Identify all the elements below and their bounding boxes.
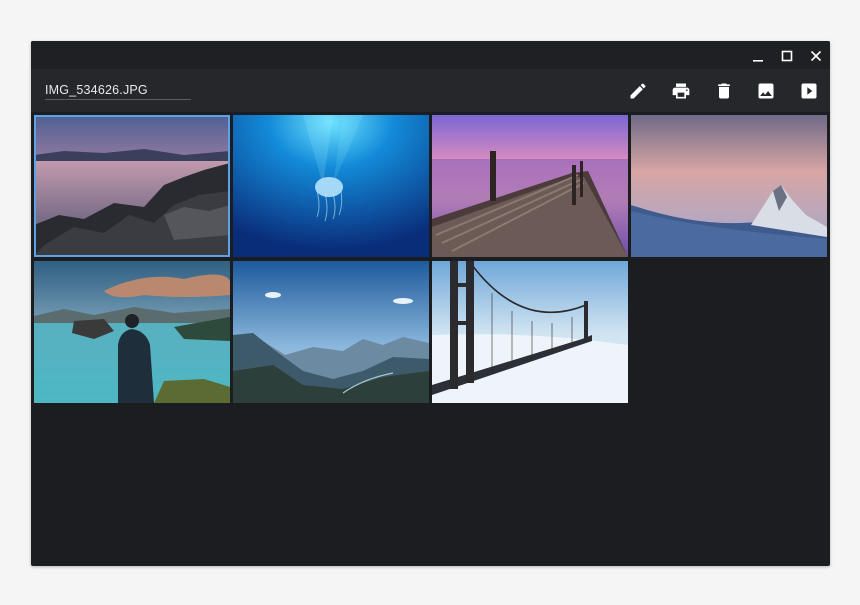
toolbar: IMG_534626.JPG — [31, 69, 830, 112]
thumbnail-jellyfish-underwater[interactable] — [233, 115, 429, 257]
thumbnail-man-by-lake[interactable] — [34, 261, 230, 403]
print-icon[interactable] — [671, 81, 691, 101]
filename-field[interactable]: IMG_534626.JPG — [45, 81, 191, 100]
maximize-icon[interactable] — [776, 45, 798, 67]
title-bar — [31, 41, 830, 69]
thumbnail-mountain-valley[interactable] — [233, 261, 429, 403]
thumbnail-lake-rocks-sunset[interactable] — [34, 115, 230, 257]
thumbnail-wooden-pier-purple-sky[interactable] — [432, 115, 628, 257]
slideshow-icon[interactable] — [799, 81, 819, 101]
thumbnail-golden-gate-bridge-fog[interactable] — [432, 261, 628, 403]
close-icon[interactable] — [805, 45, 827, 67]
image-icon[interactable] — [756, 81, 776, 101]
minimize-icon[interactable] — [747, 45, 769, 67]
thumbnail-snowy-mountain-peak[interactable] — [631, 115, 827, 257]
delete-icon[interactable] — [714, 81, 734, 101]
edit-icon[interactable] — [628, 81, 648, 101]
gallery-window: IMG_534626.JPG — [31, 41, 830, 566]
